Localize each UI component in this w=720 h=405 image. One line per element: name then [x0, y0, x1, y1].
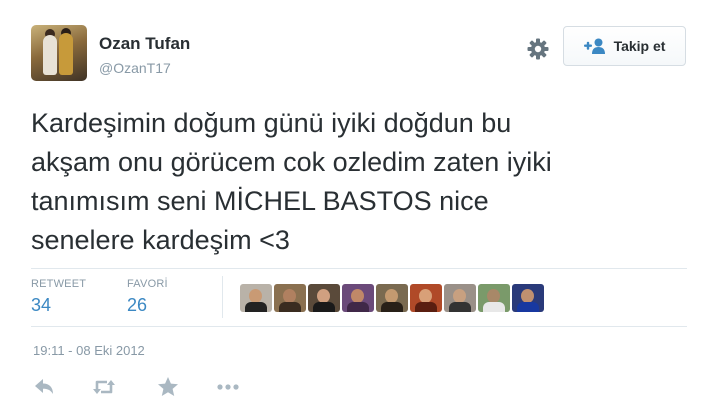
tweet-text-line: senelere kardeşim <3 — [31, 225, 290, 255]
follow-button-label: Takip et — [613, 38, 666, 54]
favoriter-avatar[interactable] — [274, 284, 306, 312]
follow-button[interactable]: Takip et — [563, 26, 686, 66]
favoriter-avatar[interactable] — [512, 284, 544, 312]
favoriters-avatars — [240, 284, 544, 312]
favoriter-avatar[interactable] — [308, 284, 340, 312]
divider — [222, 276, 223, 318]
favoriter-avatar[interactable] — [240, 284, 272, 312]
favoriter-avatar[interactable] — [376, 284, 408, 312]
author-handle[interactable]: @OzanT17 — [99, 60, 171, 76]
divider — [31, 268, 687, 269]
retweet-count: 34 — [31, 295, 52, 315]
tweet-text-line: akşam onu görücem cok ozledim zaten iyik… — [31, 147, 552, 177]
favorite-count: 26 — [127, 295, 148, 315]
favoriter-avatar[interactable] — [444, 284, 476, 312]
avatar-figure-body — [43, 35, 57, 75]
divider — [31, 326, 687, 327]
retweet-stat-label: RETWEET — [31, 278, 87, 290]
retweet-icon[interactable] — [92, 376, 116, 398]
author-avatar[interactable] — [31, 25, 87, 81]
favoriter-avatar[interactable] — [478, 284, 510, 312]
author-name[interactable]: Ozan Tufan — [99, 34, 190, 54]
more-icon[interactable] — [216, 376, 240, 398]
tweet-text-line: Kardeşimin doğum günü iyiki doğdun bu — [31, 108, 512, 138]
favorite-stat[interactable]: FAVORİ 26 — [127, 278, 168, 316]
favoriter-avatar[interactable] — [410, 284, 442, 312]
tweet-timestamp[interactable]: 19:11 - 08 Eki 2012 — [33, 343, 145, 358]
avatar-figure-body — [59, 33, 73, 75]
tweet-text: Kardeşimin doğum günü iyiki doğdun bu ak… — [31, 104, 691, 260]
favoriter-avatar[interactable] — [342, 284, 374, 312]
tweet-text-line: tanımısım seni MİCHEL BASTOS nice — [31, 186, 489, 216]
add-user-icon — [583, 38, 605, 54]
gear-icon[interactable] — [526, 37, 550, 61]
reply-icon[interactable] — [32, 376, 56, 398]
retweet-stat[interactable]: RETWEET 34 — [31, 278, 86, 316]
favorite-stat-label: FAVORİ — [127, 278, 168, 290]
favorite-star-icon[interactable] — [156, 376, 180, 398]
